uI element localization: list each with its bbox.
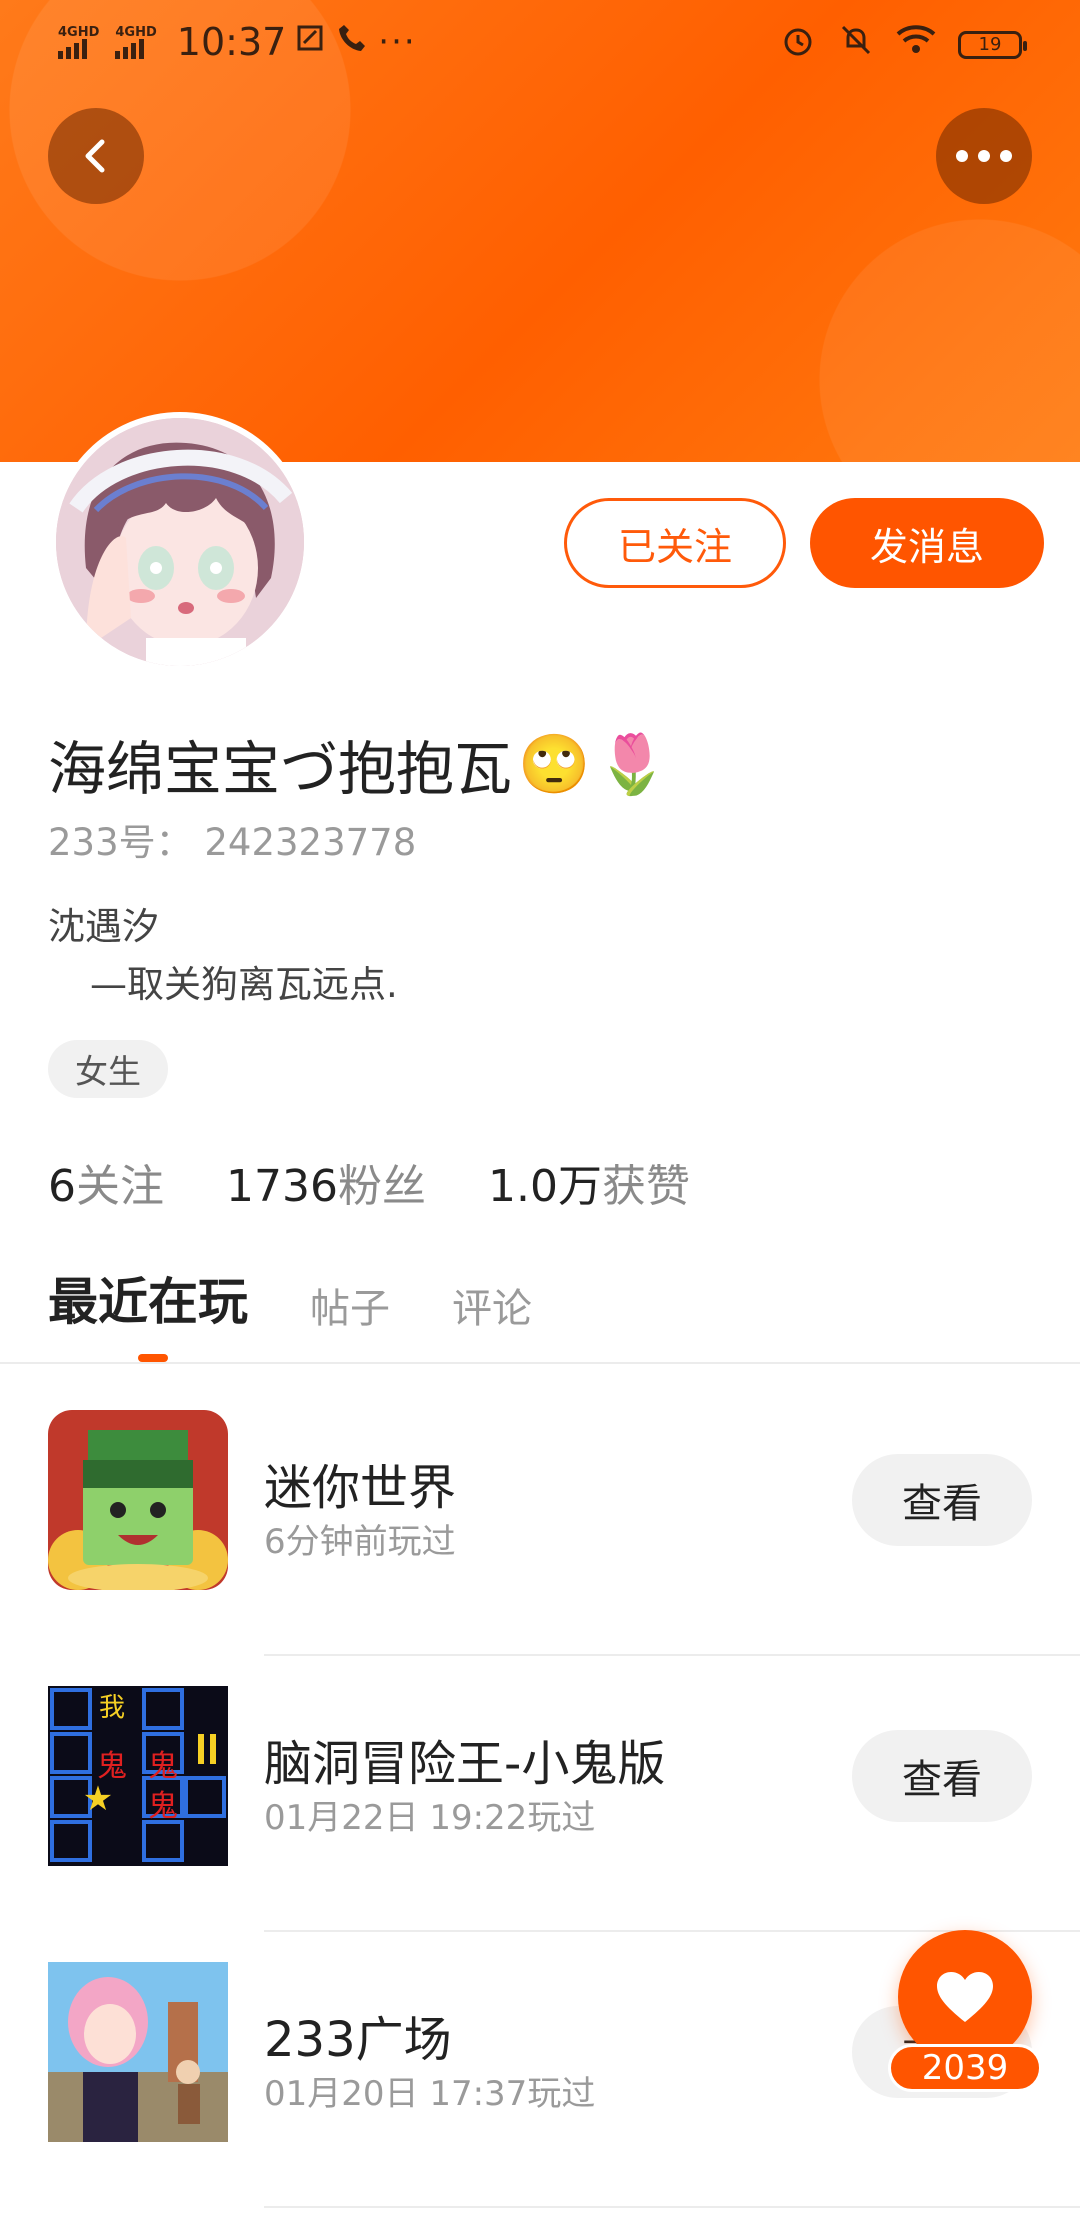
chevron-left-icon <box>85 139 105 173</box>
stat-fans[interactable]: 1736粉丝 <box>226 1150 426 1214</box>
rolling-eyes-emoji: 🙄 <box>518 729 591 798</box>
stat-likes[interactable]: 1.0万获赞 <box>488 1150 690 1214</box>
heart-icon <box>937 1972 993 2022</box>
stats-row: 6关注 1736粉丝 1.0万获赞 <box>48 1150 690 1214</box>
wo-char: 我 <box>99 1693 125 1723</box>
stat-following[interactable]: 6关注 <box>48 1150 164 1214</box>
profile-tabs: 最近在玩 帖子 评论 <box>48 1262 532 1334</box>
list-item[interactable]: 迷你世界 6分钟前玩过 查看 <box>0 1380 1080 1656</box>
phone-icon <box>336 22 368 63</box>
tab-recent-play[interactable]: 最近在玩 <box>48 1262 248 1334</box>
view-game-button[interactable]: 查看 <box>852 1454 1032 1546</box>
gender-tag: 女生 <box>48 1040 168 1098</box>
svg-text:★: ★ <box>83 1779 113 1819</box>
tab-indicator <box>138 1354 168 1362</box>
stat-label: 关注 <box>76 1161 164 1212</box>
status-bar: 4GHD 4GHD 10:37 ··· 19 <box>0 0 1080 84</box>
game-name: 233广场 <box>264 2012 452 2068</box>
game-name: 脑洞冒险王-小鬼版 <box>264 1736 666 1792</box>
tab-comments[interactable]: 评论 <box>452 1276 532 1334</box>
tab-posts[interactable]: 帖子 <box>310 1276 390 1334</box>
battery-icon: 19 <box>958 30 1027 59</box>
clock: 10:37 <box>176 20 287 64</box>
bio-line-2: —取关狗离瓦远点. <box>90 963 398 1006</box>
mini-world-icon <box>48 1410 228 1590</box>
send-message-button[interactable]: 发消息 <box>810 498 1044 588</box>
avatar-image <box>56 418 304 666</box>
followed-button[interactable]: 已关注 <box>564 498 786 588</box>
stat-label: 获赞 <box>601 1161 690 1212</box>
233-plaza-icon <box>48 1962 228 2142</box>
network-type: 4GHD <box>58 24 100 40</box>
mute-icon <box>838 22 874 67</box>
signal-icon: 4GHD <box>115 24 157 59</box>
alarm-icon <box>780 22 816 67</box>
view-game-button[interactable]: 查看 <box>852 1730 1032 1822</box>
signal-icon: 4GHD <box>58 26 99 59</box>
profile-name-text: 海绵宝宝づ抱抱瓦 <box>48 735 513 803</box>
network-type: 4GHD <box>115 24 157 40</box>
last-played-time: 01月20日 17:37玩过 <box>264 2074 596 2114</box>
more-dots-icon <box>956 150 1012 162</box>
wifi-icon <box>896 24 936 65</box>
like-count-badge: 2039 <box>888 2044 1042 2092</box>
gui-char: 鬼 <box>148 1749 178 1784</box>
stat-value: 1.0万 <box>487 1161 602 1212</box>
notification-icon <box>296 22 326 62</box>
brain-adventure-icon: 我 鬼 鬼 鬼 ★ <box>48 1686 228 1866</box>
bio-line-1: 沈遇汐 <box>48 905 159 948</box>
avatar[interactable] <box>50 412 310 672</box>
stat-value: 6 <box>48 1161 76 1212</box>
last-played-time: 01月22日 19:22玩过 <box>264 1798 596 1838</box>
list-item[interactable]: 我 鬼 鬼 鬼 ★ 脑洞冒险王-小鬼版 01月22日 19:22玩过 查看 <box>0 1656 1080 1932</box>
profile-name: 海绵宝宝づ抱抱瓦 🙄 🌷 <box>48 722 668 806</box>
tulip-emoji: 🌷 <box>596 729 669 798</box>
stat-value: 1736 <box>226 1161 338 1212</box>
stat-label: 粉丝 <box>337 1161 426 1212</box>
more-options-button[interactable] <box>936 108 1032 204</box>
divider <box>0 1362 1080 1364</box>
game-name: 迷你世界 <box>264 1460 457 1516</box>
back-button[interactable] <box>48 108 144 204</box>
last-played-time: 6分钟前玩过 <box>264 1522 456 1562</box>
gui-char: 鬼 <box>148 1789 178 1824</box>
divider <box>264 2206 1080 2208</box>
user-id: 233号： 242323778 <box>48 821 417 864</box>
more-status-icon: ··· <box>378 22 417 62</box>
